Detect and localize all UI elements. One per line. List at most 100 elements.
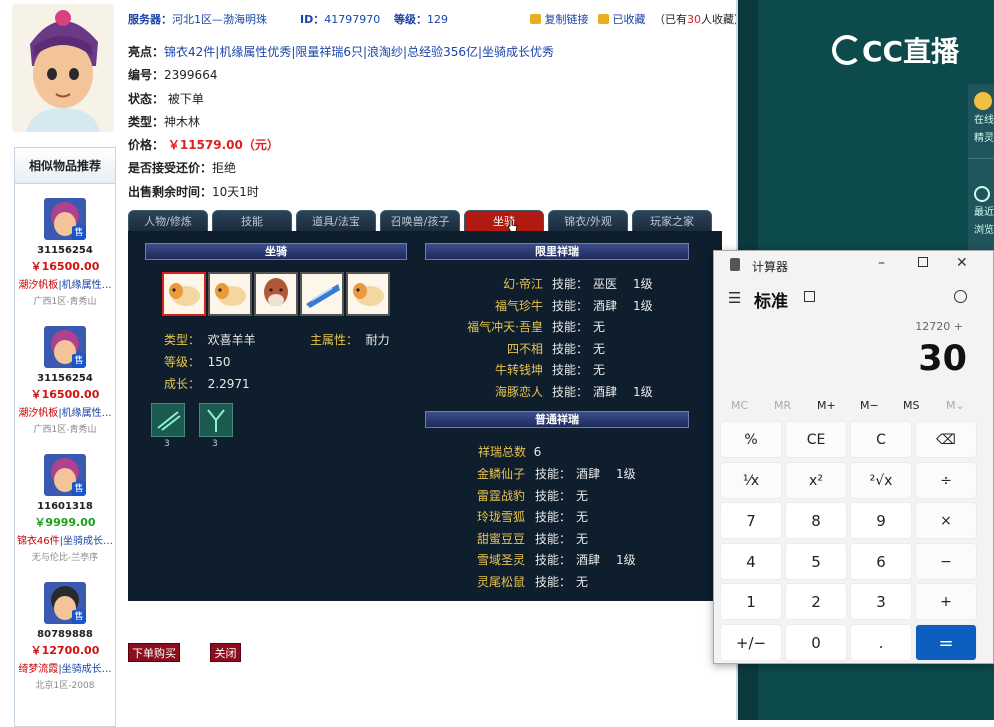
key-digit-6[interactable]: 6	[850, 542, 912, 580]
limited-item-skill: 无	[593, 363, 606, 377]
sale-tag: 售	[72, 610, 86, 624]
mount-type-label: 类型：	[164, 333, 201, 347]
similar-item[interactable]: 售 11601318 ￥9999.00 锦衣46件|坐骑成长… 无与伦比-兰亭序	[15, 454, 115, 563]
cc-logo-icon	[832, 35, 862, 65]
key-digit-2[interactable]: 2	[785, 583, 847, 620]
history-icon[interactable]	[954, 290, 967, 303]
normal-item-skill-label: 技能：	[535, 510, 572, 524]
mount-thumb[interactable]	[162, 272, 206, 316]
buy-button[interactable]: 下单购买	[128, 643, 180, 662]
key-clear-entry[interactable]: CE	[785, 421, 847, 458]
mount-type: 类型： 欢喜羊羊	[164, 331, 256, 348]
keep-on-top-icon[interactable]	[804, 291, 815, 302]
similar-item-server: 广西1区-青秀山	[33, 425, 97, 435]
memory-button[interactable]: M+	[817, 399, 836, 412]
tab-pets[interactable]: 召唤兽/孩子	[380, 210, 460, 232]
copy-link-button[interactable]: 复制链接	[530, 11, 589, 27]
mount-skill-icon[interactable]	[151, 403, 185, 437]
key-backspace[interactable]: ⌫	[915, 421, 977, 458]
favorite-icon	[598, 14, 609, 24]
similar-item-id: 80789888	[37, 629, 93, 640]
favorite-label: 已收藏	[612, 13, 646, 26]
tab-skills[interactable]: 技能	[212, 210, 292, 232]
mount-thumb[interactable]	[300, 272, 344, 316]
side-clock-icon[interactable]	[974, 186, 990, 202]
normal-item-skill: 无	[576, 574, 589, 589]
mount-level-label: 等级：	[164, 355, 201, 369]
key-reciprocal[interactable]: ¹⁄x	[720, 461, 782, 499]
cc-live-logo: CC直播	[832, 30, 959, 70]
type-label: 类型：	[128, 115, 165, 129]
key-divide[interactable]: ÷	[915, 461, 977, 499]
similar-item-avatar: 售	[44, 326, 86, 368]
normal-section-title: 普通祥瑞	[425, 411, 689, 428]
close-icon[interactable]: ✕	[956, 255, 968, 271]
favorite-button[interactable]: 已收藏	[598, 11, 646, 27]
similar-item[interactable]: 售 31156254 ￥16500.00 潮汐帆板|机缘属性… 广西1区-青秀山	[15, 326, 115, 435]
similar-item[interactable]: 售 80789888 ￥12700.00 绮梦流霞|坐骑成长… 北京1区-2008	[15, 582, 115, 691]
memory-button[interactable]: MS	[903, 399, 919, 412]
normal-item-skill-label: 技能：	[535, 488, 572, 503]
mount-thumb[interactable]	[346, 272, 390, 316]
normal-total-value: 6	[533, 445, 542, 459]
side-divider	[968, 158, 994, 186]
key-subtract[interactable]: −	[915, 542, 977, 580]
mount-skill-count: 3	[164, 439, 170, 449]
side-item-label: 最近	[974, 207, 994, 218]
tab-appearance[interactable]: 锦衣/外观	[548, 210, 628, 232]
key-digit-4[interactable]: 4	[720, 542, 782, 580]
bargain-value: 拒绝	[212, 161, 237, 175]
key-clear[interactable]: C	[850, 421, 912, 458]
key-decimal[interactable]: .	[850, 623, 912, 661]
limited-item-name: 福气冲天·吾皇	[467, 320, 543, 334]
side-avatar-icon[interactable]	[974, 92, 992, 110]
key-add[interactable]: +	[915, 583, 977, 620]
normal-total-label: 祥瑞总数	[478, 445, 527, 459]
tab-player-home[interactable]: 玩家之家	[632, 210, 712, 232]
key-multiply[interactable]: ×	[915, 502, 977, 539]
key-negate[interactable]: +/−	[720, 623, 782, 661]
limited-item-level: 1级	[633, 277, 653, 291]
highlights-label: 亮点：	[128, 45, 165, 59]
key-digit-7[interactable]: 7	[720, 502, 782, 539]
similar-item-desc-main: 锦衣46件	[16, 536, 60, 547]
similar-item-desc: 锦衣46件|坐骑成长…	[15, 532, 115, 547]
tab-items[interactable]: 道具/法宝	[296, 210, 376, 232]
mount-thumb[interactable]	[208, 272, 252, 316]
key-percent[interactable]: %	[720, 421, 782, 458]
key-digit-3[interactable]: 3	[850, 583, 912, 620]
detail-tabs: 人物/修炼 技能 道具/法宝 召唤兽/孩子 坐骑 锦衣/外观 玩家之家	[128, 210, 718, 232]
key-digit-1[interactable]: 1	[720, 583, 782, 620]
menu-icon[interactable]: ☰	[728, 289, 741, 307]
key-digit-5[interactable]: 5	[785, 542, 847, 580]
server-label: 服务器：	[128, 13, 172, 26]
key-digit-9[interactable]: 9	[850, 502, 912, 539]
item-header-row: 服务器：河北1区—渤海明珠 ID：41797970 等级：129 复制链接 已收…	[128, 11, 745, 27]
tab-mount[interactable]: 坐骑	[464, 210, 544, 232]
memory-button[interactable]: M−	[860, 399, 879, 412]
maximize-icon[interactable]	[918, 257, 928, 267]
key-digit-8[interactable]: 8	[785, 502, 847, 539]
highlights-row: 亮点：锦衣42件|机缘属性优秀|限量祥瑞6只|浪淘纱|总经验356亿|坐骑成长优…	[128, 43, 554, 60]
mount-thumb[interactable]	[254, 272, 298, 316]
key-equals[interactable]: =	[915, 623, 977, 661]
close-button[interactable]: 关闭	[210, 643, 241, 662]
remaining-time-row: 出售剩余时间：10天1时	[128, 183, 259, 200]
key-square-root[interactable]: ²√x	[850, 461, 912, 499]
level-value: 129	[427, 13, 448, 26]
mount-skill-icon[interactable]	[199, 403, 233, 437]
key-digit-0[interactable]: 0	[785, 623, 847, 661]
remaining-label: 出售剩余时间：	[128, 185, 213, 199]
similar-item-price: ￥9999.00	[34, 516, 96, 529]
calculator-title: 计算器	[752, 260, 789, 274]
mount-type-value: 欢喜羊羊	[207, 333, 256, 347]
key-square[interactable]: x²	[785, 461, 847, 499]
minimize-icon[interactable]: –	[878, 255, 885, 271]
similar-item-server: 北京1区-2008	[35, 681, 95, 691]
similar-item[interactable]: 售 31156254 ￥16500.00 潮汐帆板|机缘属性… 广西1区-青秀山	[15, 198, 115, 307]
normal-item-name: 雷霆战豹	[476, 488, 525, 503]
normal-item-skill-label: 技能：	[535, 531, 572, 546]
similar-item-desc: 绮梦流霞|坐骑成长…	[15, 660, 115, 675]
limited-item-name: 海豚恋人	[494, 384, 543, 399]
tab-character[interactable]: 人物/修炼	[128, 210, 208, 232]
